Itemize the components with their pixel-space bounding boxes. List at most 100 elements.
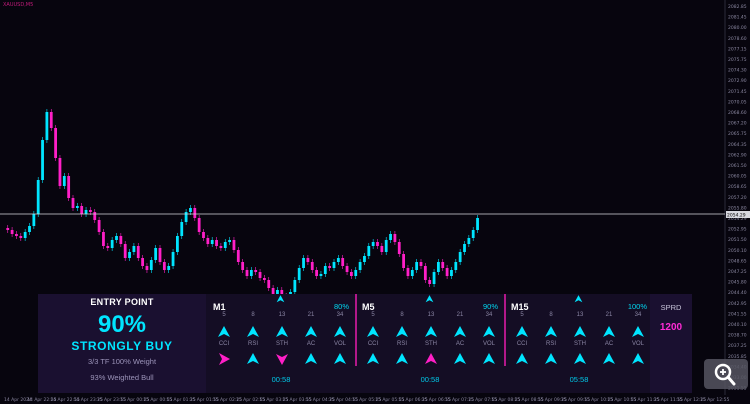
candle-body <box>258 272 262 278</box>
candle-body <box>28 226 31 232</box>
candle-body <box>254 270 258 272</box>
arrow-up-icon <box>545 326 557 337</box>
indicator-label: STH <box>276 341 288 347</box>
indicator-label: RSI <box>247 341 258 347</box>
entry-bull: 93% Weighted Bull <box>90 373 154 382</box>
arrow-up-icon <box>454 326 466 337</box>
candle-body <box>341 258 345 266</box>
timeframe-percent: 100% <box>627 302 647 311</box>
magnifier-icon[interactable] <box>704 359 748 389</box>
price-tick: 2064.35 <box>728 142 747 148</box>
arrow-up-icon <box>276 326 288 337</box>
arrow-up-icon <box>516 326 528 337</box>
candle-body <box>123 244 127 258</box>
candle-body <box>62 176 66 186</box>
candle-body <box>228 240 231 242</box>
timeframe-percent: 90% <box>482 302 498 311</box>
candle-body <box>80 206 84 214</box>
candle-body <box>202 232 205 238</box>
price-tick: 2077.15 <box>728 46 747 52</box>
arrow-up-icon <box>396 326 408 337</box>
price-tick: 2047.25 <box>728 269 747 275</box>
candle-body <box>136 246 140 258</box>
candle-body <box>180 222 184 236</box>
price-tick: 2057.20 <box>728 195 747 201</box>
arrow-down-icon <box>276 354 288 365</box>
arrow-up-icon <box>603 353 615 364</box>
candle-body <box>49 112 53 128</box>
candle-body <box>315 270 318 276</box>
time-axis: 14 Apr 202414 Apr 22:2514 Apr 22:5514 Ap… <box>4 397 729 403</box>
timeframe-name: M5 <box>362 302 375 312</box>
signal-dashboard: ENTRY POINT 90% STRONGLY BUY 3/3 TF 100%… <box>38 294 692 393</box>
candle-body <box>119 236 123 244</box>
candle-body <box>215 240 218 246</box>
timeframe-countdown: 00:58 <box>420 375 440 384</box>
candle-body <box>54 128 57 158</box>
price-axis: 2082.85 2081.45 2080.00 2078.60 2077.15 2075.… <box>728 4 747 392</box>
candle-body <box>380 246 384 252</box>
arrow-up-icon <box>367 353 379 364</box>
candle-body <box>393 234 397 242</box>
arrow-up-icon <box>483 326 495 337</box>
price-tick: 2052.95 <box>728 227 747 233</box>
candle-body <box>471 230 475 238</box>
indicator-label: CCI <box>516 341 528 347</box>
period-label: 34 <box>485 312 493 318</box>
arrow-up-icon <box>574 326 586 337</box>
candle-body <box>415 262 419 270</box>
price-tick: 2058.65 <box>728 184 747 190</box>
candle-body <box>84 210 88 214</box>
price-tick: 2071.45 <box>728 89 747 95</box>
timeframe-percent: 80% <box>333 302 349 311</box>
timeframe-name: M1 <box>213 302 226 312</box>
symbol-label: XAUUSD,M5 <box>3 2 34 8</box>
price-tick: 2038.70 <box>728 333 747 339</box>
candle-body <box>45 112 49 140</box>
candle-body <box>328 266 332 268</box>
candle-body <box>171 252 175 266</box>
price-tick: 2082.85 <box>728 4 747 10</box>
candles <box>6 109 479 305</box>
indicator-label: VOL <box>333 341 346 347</box>
candle-body <box>115 236 118 240</box>
timeframe-panel-m15: M15 100% 5 CCI 8 RSI 13 STH 21 AC 34 VOL 05:58 <box>507 294 653 393</box>
period-label: 5 <box>371 312 375 318</box>
price-tick: 2061.50 <box>728 163 747 169</box>
candle-body <box>162 262 166 270</box>
candle-body <box>241 262 245 270</box>
arrow-up-icon <box>305 326 317 337</box>
indicator-label: CCI <box>218 341 230 347</box>
candle-body <box>363 256 366 262</box>
candle-body <box>210 240 214 244</box>
candle-body <box>32 214 36 226</box>
price-tick: 2037.25 <box>728 343 747 349</box>
candle-body <box>267 280 271 288</box>
period-label: 13 <box>278 312 286 318</box>
arrow-up-icon <box>574 295 583 303</box>
price-tick: 2050.10 <box>728 248 747 254</box>
arrow-up-icon <box>218 326 230 337</box>
entry-title: ENTRY POINT <box>90 297 154 307</box>
arrow-up-icon <box>367 326 379 337</box>
timeframe-divider <box>355 294 357 366</box>
timeframe-panel-m5: M5 90% 5 CCI 8 RSI 13 STH 21 AC 34 VOL 00:58 <box>358 294 504 393</box>
candle-body <box>263 278 266 280</box>
price-tick: 2055.80 <box>728 205 747 211</box>
candle-body <box>476 218 479 230</box>
candle-body <box>458 252 462 262</box>
period-label: 34 <box>634 312 642 318</box>
candle-body <box>6 228 10 230</box>
period-label: 5 <box>222 312 226 318</box>
candle-body <box>397 242 401 254</box>
period-label: 5 <box>520 312 524 318</box>
candle-body <box>371 242 375 246</box>
candle-body <box>323 266 327 274</box>
indicator-label: CCI <box>367 341 379 347</box>
candle-body <box>336 258 340 262</box>
arrow-up-icon <box>334 353 346 364</box>
price-tick: 2045.80 <box>728 280 747 286</box>
arrow-up-icon <box>247 353 259 364</box>
candle-body <box>193 208 197 218</box>
indicator-label: STH <box>425 341 437 347</box>
